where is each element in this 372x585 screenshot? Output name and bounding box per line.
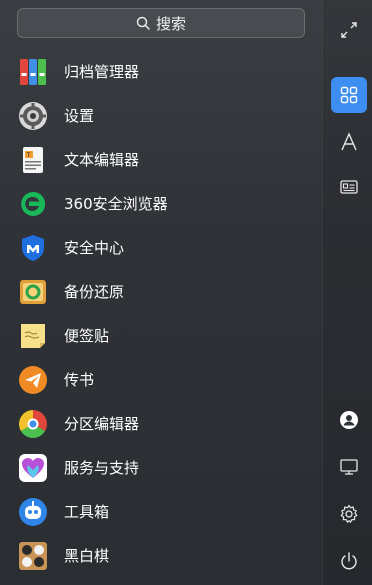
app-item-reversi[interactable]: 黑白棋 bbox=[0, 534, 322, 578]
app-item-toolbox[interactable]: 工具箱 bbox=[0, 490, 322, 534]
app-label: 备份还原 bbox=[64, 283, 125, 301]
gear-icon bbox=[340, 504, 358, 523]
support-heart-icon bbox=[19, 454, 47, 482]
search-box[interactable]: 搜索 bbox=[17, 8, 305, 38]
app-item-security-center[interactable]: 安全中心 bbox=[0, 226, 322, 270]
app-label: 归档管理器 bbox=[64, 63, 140, 81]
partition-editor-icon bbox=[19, 410, 47, 438]
right-sidebar bbox=[322, 0, 372, 585]
user-icon bbox=[340, 411, 358, 429]
archive-manager-icon bbox=[20, 59, 46, 85]
backup-restore-icon bbox=[20, 280, 46, 304]
power-icon bbox=[341, 552, 357, 570]
app-item-backup-restore[interactable]: 备份还原 bbox=[0, 270, 322, 314]
power-button[interactable] bbox=[331, 543, 367, 579]
letter-a-icon bbox=[341, 132, 357, 151]
app-label: 分区编辑器 bbox=[64, 415, 140, 433]
id-card-icon bbox=[340, 180, 358, 194]
app-label: 传书 bbox=[64, 371, 95, 389]
start-menu: 搜索 归档管理器 设置 T 文本编辑器 360安全浏览器 安全中心 备份还原 便… bbox=[0, 0, 372, 585]
app-label: 工具箱 bbox=[64, 503, 110, 521]
svg-text:T: T bbox=[26, 152, 31, 159]
app-item-service-support[interactable]: 服务与支持 bbox=[0, 446, 322, 490]
app-list: 归档管理器 设置 T 文本编辑器 360安全浏览器 安全中心 备份还原 便签贴 … bbox=[0, 50, 322, 578]
computer-button[interactable] bbox=[331, 449, 367, 485]
monitor-icon bbox=[340, 459, 358, 475]
app-label: 设置 bbox=[64, 107, 95, 125]
app-label: 黑白棋 bbox=[64, 547, 110, 565]
settings-button[interactable] bbox=[331, 496, 367, 532]
category-view-button[interactable] bbox=[331, 169, 367, 205]
app-item-partition-editor[interactable]: 分区编辑器 bbox=[0, 402, 322, 446]
app-item-sticky-notes[interactable]: 便签贴 bbox=[0, 314, 322, 358]
fullscreen-button[interactable] bbox=[331, 12, 367, 48]
app-item-360-browser[interactable]: 360安全浏览器 bbox=[0, 182, 322, 226]
settings-gear-icon bbox=[19, 102, 47, 130]
search-label: 搜索 bbox=[155, 14, 186, 33]
alphabetical-view-button[interactable] bbox=[331, 124, 367, 160]
text-editor-icon: T bbox=[23, 147, 43, 173]
reversi-board-icon bbox=[19, 542, 47, 570]
app-item-transfer[interactable]: 传书 bbox=[0, 358, 322, 402]
app-label: 360安全浏览器 bbox=[64, 195, 168, 213]
app-item-text-editor[interactable]: T 文本编辑器 bbox=[0, 138, 322, 182]
security-shield-icon bbox=[22, 235, 44, 261]
grid-view-icon bbox=[340, 86, 358, 104]
app-label: 服务与支持 bbox=[64, 459, 140, 477]
app-item-archive-manager[interactable]: 归档管理器 bbox=[0, 50, 322, 94]
search-icon bbox=[136, 16, 150, 30]
app-item-settings[interactable]: 设置 bbox=[0, 94, 322, 138]
paper-plane-icon bbox=[19, 366, 47, 394]
app-label: 便签贴 bbox=[64, 327, 110, 345]
user-button[interactable] bbox=[331, 402, 367, 438]
all-apps-view-button[interactable] bbox=[331, 77, 367, 113]
toolbox-robot-icon bbox=[19, 498, 47, 526]
fullscreen-expand-icon bbox=[341, 22, 357, 38]
app-label: 文本编辑器 bbox=[64, 151, 140, 169]
app-label: 安全中心 bbox=[64, 239, 125, 257]
browser-e-icon bbox=[21, 191, 46, 216]
sticky-note-icon bbox=[21, 324, 45, 348]
